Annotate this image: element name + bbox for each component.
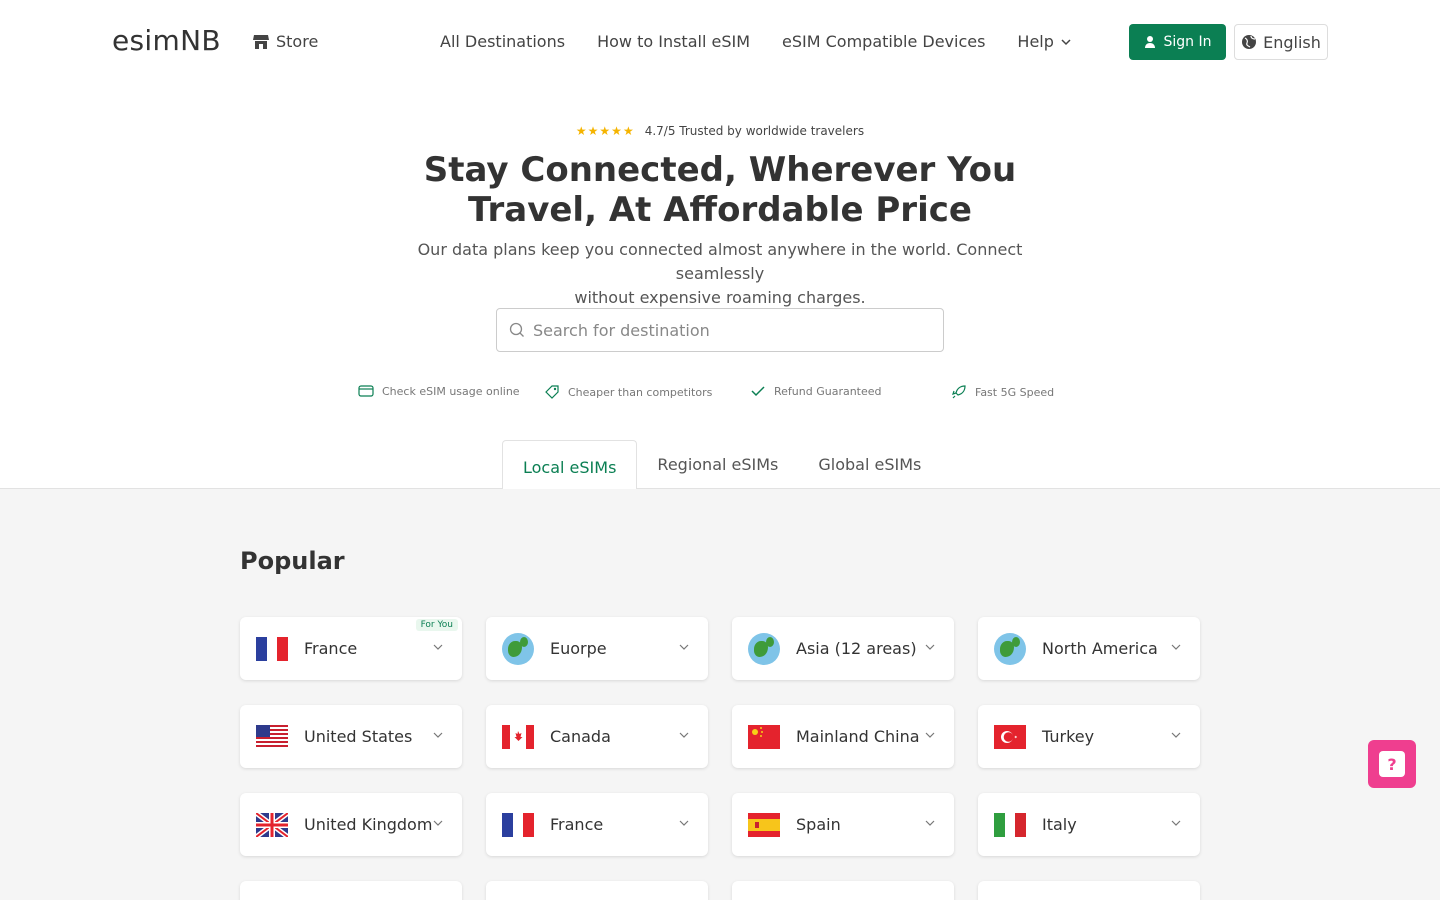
hero-title: Stay Connected, Wherever You Travel, At … [423,150,1017,230]
tab-regional-esims[interactable]: Regional eSIMs [637,440,798,489]
nav-help[interactable]: Help [1017,32,1071,51]
store-link[interactable]: Store [252,32,318,51]
feature-usage: Check eSIM usage online [358,384,520,398]
flag-us-icon [256,724,288,749]
tab-local-esims[interactable]: Local eSIMs [502,440,638,489]
rocket-icon [952,385,966,399]
destination-card[interactable]: Spain [732,793,954,856]
destination-card[interactable]: Asia (12 areas) [732,617,954,680]
tag-icon [545,385,559,399]
flag-france-icon [256,636,288,661]
destinations-section: Popular France For You Euorpe Asia (12 a… [0,489,1440,900]
flag-italy-icon [994,812,1026,837]
feature-5g: Fast 5G Speed [951,384,1054,400]
tab-global-esims[interactable]: Global eSIMs [798,440,941,489]
flag-france-icon [502,812,534,837]
chevron-down-icon [679,820,689,826]
destination-card[interactable] [978,881,1200,900]
search-input[interactable] [533,320,913,340]
feature-cheaper: Cheaper than competitors [544,384,712,400]
language-label: English [1263,32,1321,52]
for-you-badge: For You [415,619,458,631]
nav-all-destinations[interactable]: All Destinations [440,32,565,51]
flag-china-icon [748,724,780,749]
card-icon [358,385,374,397]
store-label: Store [276,32,319,51]
globe-icon [502,632,534,665]
destination-card[interactable]: North America [978,617,1200,680]
main-nav: All Destinations How to Install eSIM eSI… [440,32,1072,51]
site-header: esimNB Store All Destinations How to Ins… [0,0,1440,84]
destination-card[interactable] [240,881,462,900]
chevron-down-icon [1061,38,1071,45]
language-selector[interactable]: English [1234,24,1328,60]
rating-bar: ★★★★★ 4.7/5 Trusted by worldwide travele… [0,124,1440,138]
rating-text: 4.7/5 Trusted by worldwide travelers [644,124,865,138]
chevron-down-icon [925,644,935,650]
destination-card[interactable]: Turkey [978,705,1200,768]
store-icon [253,34,269,49]
destination-card[interactable]: Euorpe [486,617,708,680]
destination-card[interactable]: France [486,793,708,856]
chevron-down-icon [925,820,935,826]
sign-in-label: Sign In [1163,34,1212,50]
chevron-down-icon [433,644,443,650]
destination-card[interactable]: Canada [486,705,708,768]
star-rating-icon: ★★★★★ [575,124,635,138]
esim-tabs: Local eSIMs Regional eSIMs Global eSIMs [502,440,941,489]
feature-refund: Refund Guaranteed [750,384,882,398]
destination-card[interactable]: France For You [240,617,462,680]
check-icon [751,386,765,397]
hero-subtitle: Our data plans keep you connected almost… [417,240,1023,307]
flag-spain-icon [748,812,780,837]
help-chat-button[interactable]: ? [1368,740,1416,788]
search-box[interactable] [496,308,944,352]
chevron-down-icon [433,820,443,826]
search-icon [509,322,524,337]
chevron-down-icon [925,732,935,738]
sign-in-button[interactable]: Sign In [1129,24,1226,60]
globe-icon [1242,35,1257,49]
destination-card[interactable]: United States [240,705,462,768]
question-icon: ? [1379,751,1405,777]
globe-icon [748,632,780,665]
destination-card[interactable] [486,881,708,900]
nav-how-to-install[interactable]: How to Install eSIM [597,32,750,51]
flag-turkey-icon [994,724,1026,749]
destination-card[interactable]: United Kingdom [240,793,462,856]
section-title: Popular [240,547,345,575]
logo[interactable]: esimNB [112,24,221,57]
flag-uk-icon [256,812,288,837]
user-icon [1144,36,1155,48]
chevron-down-icon [679,644,689,650]
chevron-down-icon [679,732,689,738]
chevron-down-icon [1171,644,1181,650]
chevron-down-icon [1171,820,1181,826]
destination-card[interactable]: Mainland China [732,705,954,768]
globe-icon [994,632,1026,665]
destination-card[interactable] [732,881,954,900]
destination-card[interactable]: Italy [978,793,1200,856]
flag-canada-icon [502,724,534,749]
chevron-down-icon [1171,732,1181,738]
nav-compatible-devices[interactable]: eSIM Compatible Devices [782,32,985,51]
chevron-down-icon [433,732,443,738]
